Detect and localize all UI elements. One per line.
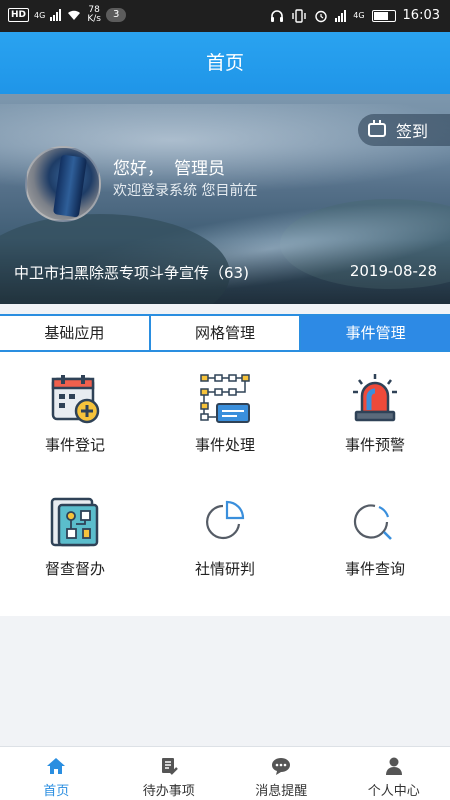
- pie-chart-icon: [206, 500, 245, 540]
- welcome-text: 欢迎登录系统 您目前在: [113, 183, 258, 199]
- alarm-icon: [315, 10, 327, 22]
- greeting-text: 您好，: [113, 159, 164, 179]
- todo-list-icon: [161, 758, 178, 775]
- home-icon: [47, 758, 66, 774]
- hd-indicator: HD: [8, 8, 30, 22]
- headset-icon: [271, 9, 284, 22]
- category-tabs: 基础应用 网格管理 事件管理: [0, 314, 450, 352]
- nav-messages[interactable]: 消息提醒: [225, 747, 338, 800]
- event-query-button[interactable]: 事件查询: [300, 476, 450, 600]
- flowchart-icon: [200, 374, 250, 423]
- event-handle-button[interactable]: 事件处理: [150, 352, 300, 476]
- speed-unit: K/s: [87, 14, 101, 24]
- search-icon: [353, 504, 392, 540]
- nav-label: 个人中心: [367, 784, 420, 799]
- username: 管理员: [174, 159, 225, 179]
- nav-todo[interactable]: 待办事项: [113, 747, 226, 800]
- nav-profile[interactable]: 个人中心: [338, 747, 450, 800]
- feature-label: 事件处理: [194, 436, 255, 454]
- calendar-icon: [368, 120, 386, 137]
- tab-basic-apps[interactable]: 基础应用: [0, 316, 151, 350]
- checkin-button[interactable]: 签到: [358, 114, 450, 146]
- nav-label: 待办事项: [142, 784, 195, 799]
- notification-count-badge: 3: [105, 8, 127, 22]
- network-speed: 78 K/s: [87, 6, 101, 24]
- signal-icon: [50, 9, 62, 21]
- calendar-add-icon: [51, 375, 100, 424]
- event-warning-button[interactable]: 事件预警: [300, 352, 450, 476]
- signal-type: 4G: [353, 11, 365, 20]
- status-bar-left: HD 4G 78 K/s 3: [8, 6, 127, 24]
- nav-label: 首页: [43, 784, 70, 799]
- banner[interactable]: 签到 您好， 管理员 欢迎登录系统 您目前在 中卫市扫黑除恶专项斗争宣传（63) …: [0, 94, 450, 304]
- news-title[interactable]: 中卫市扫黑除恶专项斗争宣传（63): [14, 262, 249, 283]
- checkin-label: 签到: [396, 122, 429, 141]
- feature-label: 事件预警: [344, 436, 405, 454]
- status-bar-right: 4G 16:03: [270, 8, 440, 23]
- news-date: 2019-08-28: [349, 262, 437, 280]
- feature-label: 事件查询: [344, 560, 405, 578]
- feature-grid: 事件登记 事件处理 事件预警 督查督办 社情研判 事件查询: [0, 352, 450, 616]
- feature-label: 督查督办: [44, 560, 105, 578]
- feature-label: 社情研判: [194, 560, 255, 578]
- wifi-icon: [68, 10, 81, 20]
- signal-strength-icon: [335, 9, 347, 22]
- avatar-photo: [52, 154, 88, 218]
- clock: 16:03: [402, 8, 440, 23]
- tab-event-management[interactable]: 事件管理: [301, 316, 450, 350]
- nav-label: 消息提醒: [255, 784, 308, 799]
- bottom-nav: 首页 待办事项 消息提醒 个人中心: [0, 746, 450, 800]
- alarm-siren-icon: [353, 374, 397, 422]
- tab-grid-management[interactable]: 网格管理: [151, 316, 302, 350]
- vibrate-icon: [292, 8, 306, 23]
- page-title: 首页: [0, 32, 450, 94]
- message-icon: [272, 758, 291, 775]
- social-analysis-button[interactable]: 社情研判: [150, 476, 300, 600]
- network-type: 4G: [34, 10, 46, 20]
- feature-label: 事件登记: [44, 436, 105, 454]
- supervision-button[interactable]: 督查督办: [0, 476, 150, 600]
- greeting: 您好， 管理员: [113, 154, 225, 179]
- nav-home[interactable]: 首页: [0, 747, 113, 800]
- news-bar[interactable]: 中卫市扫黑除恶专项斗争宣传（63) 2019-08-28: [0, 240, 450, 304]
- status-bar: HD 4G 78 K/s 3 4G 16:03: [0, 0, 450, 32]
- supervision-board-icon: [50, 497, 99, 547]
- event-register-button[interactable]: 事件登记: [0, 352, 150, 476]
- user-icon: [385, 757, 402, 775]
- avatar[interactable]: [25, 146, 101, 222]
- battery-icon: [371, 9, 396, 22]
